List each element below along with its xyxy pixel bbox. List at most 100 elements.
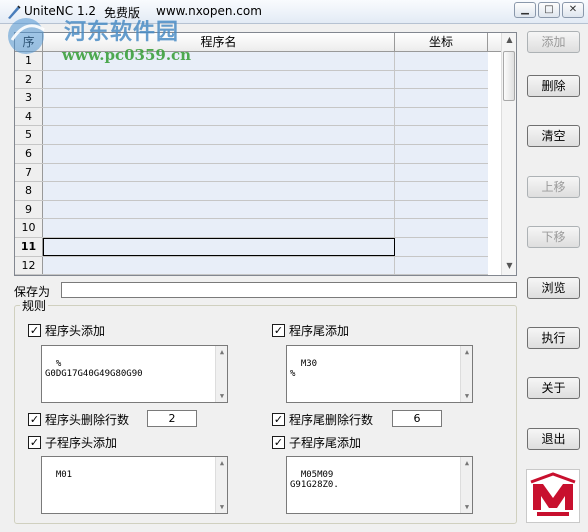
header-delete-label: 程序头删除行数 (45, 413, 130, 427)
column-header-coordinate[interactable]: 坐标 (395, 33, 488, 51)
program-name-cell[interactable] (43, 219, 395, 237)
table-row[interactable]: 3 (15, 89, 488, 108)
coordinate-cell[interactable] (395, 89, 488, 107)
watermark-logo-icon (8, 18, 45, 54)
sub-header-add-text: M01 (55, 470, 73, 480)
row-number[interactable]: 3 (15, 89, 43, 107)
coordinate-cell[interactable] (395, 52, 488, 70)
sub-header-add-checkbox[interactable]: ✓ 子程序头添加 (28, 434, 117, 451)
table-scrollbar[interactable]: ▲ ▼ (501, 33, 516, 275)
program-name-cell[interactable] (43, 126, 395, 144)
program-name-cell[interactable] (43, 107, 395, 126)
brand-logo (526, 469, 580, 523)
header-delete-checkbox[interactable]: ✓ 程序头删除行数 (28, 411, 129, 428)
program-name-cell[interactable] (43, 70, 395, 89)
row-number[interactable]: 8 (15, 182, 43, 200)
about-button[interactable]: 关于 (527, 377, 580, 399)
sub-tail-add-label: 子程序尾添加 (289, 436, 362, 450)
checkbox-checked-icon[interactable]: ✓ (28, 436, 41, 449)
close-icon[interactable]: ✕ (562, 2, 584, 18)
sub-tail-add-text: M05M09 G91G28Z0. (290, 470, 339, 490)
maximize-icon[interactable]: □ (538, 2, 560, 18)
header-delete-count-input[interactable]: 2 (147, 410, 197, 427)
textarea-scrollbar[interactable]: ▲ ▼ (215, 457, 227, 513)
sub-header-add-textarea[interactable]: M01 ▲ ▼ (41, 456, 228, 514)
coordinate-cell[interactable] (395, 256, 488, 275)
sub-tail-add-checkbox[interactable]: ✓ 子程序尾添加 (272, 434, 361, 451)
coordinate-cell[interactable] (395, 163, 488, 182)
browse-button[interactable]: 浏览 (527, 277, 580, 299)
row-number[interactable]: 10 (15, 219, 43, 237)
move-up-button[interactable]: 上移 (527, 176, 580, 198)
row-number[interactable]: 2 (15, 70, 43, 89)
table-row[interactable]: 2 (15, 70, 488, 90)
row-number[interactable]: 5 (15, 126, 43, 144)
row-number[interactable]: 12 (15, 256, 43, 275)
sub-tail-add-textarea[interactable]: M05M09 G91G28Z0. ▲ ▼ (286, 456, 473, 514)
watermark-site-url: www.pc0359.cn (62, 46, 192, 64)
execute-button[interactable]: 执行 (527, 327, 580, 349)
program-name-cell[interactable] (43, 182, 395, 200)
tail-add-text: M30 % (290, 359, 318, 379)
table-row[interactable]: 12 (15, 256, 488, 275)
checkbox-checked-icon[interactable]: ✓ (28, 324, 41, 337)
textarea-scrollbar[interactable]: ▲ ▼ (460, 346, 472, 402)
tail-delete-checkbox[interactable]: ✓ 程序尾删除行数 (272, 411, 373, 428)
table-row[interactable]: 5 (15, 126, 488, 145)
header-add-checkbox[interactable]: ✓ 程序头添加 (28, 322, 105, 339)
row-number[interactable]: 9 (15, 200, 43, 219)
table-row[interactable]: 9 (15, 200, 488, 220)
coordinate-cell[interactable] (395, 182, 488, 200)
scroll-up-arrow-icon[interactable]: ▲ (502, 35, 516, 44)
table-row[interactable]: 4 (15, 107, 488, 127)
program-name-cell[interactable] (43, 163, 395, 182)
checkbox-checked-icon[interactable]: ✓ (272, 436, 285, 449)
m-logo-icon (530, 472, 576, 516)
checkbox-checked-icon[interactable]: ✓ (28, 413, 41, 426)
rules-group-label: 规则 (20, 297, 49, 314)
tail-delete-count-input[interactable]: 6 (392, 410, 442, 427)
row-number[interactable]: 6 (15, 144, 43, 163)
row-number[interactable]: 7 (15, 163, 43, 182)
table-row[interactable]: 11 (15, 237, 488, 257)
coordinate-cell[interactable] (395, 200, 488, 219)
program-name-cell[interactable] (43, 144, 395, 163)
save-path-input[interactable] (61, 282, 517, 298)
minimize-icon[interactable]: ▁ (514, 2, 536, 18)
textarea-scrollbar[interactable]: ▲ ▼ (460, 457, 472, 513)
program-name-cell[interactable] (43, 200, 395, 219)
coordinate-cell[interactable] (395, 107, 488, 126)
coordinate-cell[interactable] (395, 126, 488, 144)
coordinate-cell[interactable] (395, 219, 488, 237)
table-row[interactable]: 6 (15, 144, 488, 164)
coordinate-cell[interactable] (395, 237, 488, 256)
header-add-label: 程序头添加 (45, 324, 106, 338)
tail-add-textarea[interactable]: M30 % ▲ ▼ (286, 345, 473, 403)
sub-header-add-label: 子程序头添加 (45, 436, 118, 450)
row-number[interactable]: 11 (15, 237, 43, 256)
coordinate-cell[interactable] (395, 70, 488, 89)
exit-button[interactable]: 退出 (527, 428, 580, 450)
table-row[interactable]: 10 (15, 219, 488, 238)
add-button[interactable]: 添加 (527, 31, 580, 53)
row-number[interactable]: 4 (15, 107, 43, 126)
checkbox-checked-icon[interactable]: ✓ (272, 413, 285, 426)
header-add-textarea[interactable]: % G0DG17G40G49G80G90 ▲ ▼ (41, 345, 228, 403)
scroll-down-arrow-icon[interactable]: ▼ (502, 261, 516, 270)
program-name-cell[interactable] (43, 256, 395, 275)
table-row[interactable]: 8 (15, 182, 488, 201)
delete-button[interactable]: 删除 (527, 75, 580, 97)
table-row[interactable]: 7 (15, 163, 488, 183)
checkbox-checked-icon[interactable]: ✓ (272, 324, 285, 337)
program-name-cell[interactable] (43, 89, 395, 107)
watermark-site-name: 河东软件园 (64, 19, 180, 45)
coordinate-cell[interactable] (395, 144, 488, 163)
program-name-cell[interactable] (43, 237, 395, 256)
textarea-scrollbar[interactable]: ▲ ▼ (215, 346, 227, 402)
program-table[interactable]: 序 程序名 坐标 123456789101112 ▲ ▼ (14, 32, 517, 276)
scrollbar-thumb[interactable] (503, 51, 515, 101)
clear-button[interactable]: 清空 (527, 125, 580, 147)
tail-delete-label: 程序尾删除行数 (289, 413, 374, 427)
tail-add-checkbox[interactable]: ✓ 程序尾添加 (272, 322, 349, 339)
move-down-button[interactable]: 下移 (527, 226, 580, 248)
